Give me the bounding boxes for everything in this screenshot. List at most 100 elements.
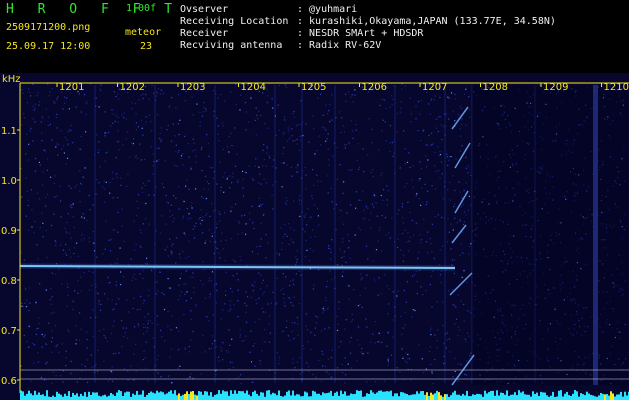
noise-pixel <box>328 110 330 112</box>
noise-pixel <box>268 323 270 325</box>
noise-pixel <box>440 161 442 163</box>
noise-pixel <box>163 186 165 188</box>
noise-pixel <box>57 154 59 156</box>
noise-pixel <box>460 300 462 302</box>
level-bar <box>146 395 148 400</box>
noise-pixel <box>441 216 443 218</box>
noise-pixel <box>123 112 125 114</box>
noise-pixel <box>139 295 142 297</box>
noise-pixel <box>80 148 82 150</box>
level-bar <box>492 390 494 400</box>
noise-pixel <box>243 340 245 342</box>
noise-pixel <box>322 310 325 312</box>
noise-pixel <box>418 344 420 346</box>
noise-pixel <box>82 213 84 215</box>
noise-pixel <box>60 130 62 132</box>
noise-pixel <box>230 210 232 212</box>
noise-pixel <box>130 258 132 260</box>
noise-pixel <box>53 183 55 185</box>
level-bar <box>386 391 388 400</box>
noise-pixel <box>60 216 62 218</box>
noise-pixel <box>195 305 197 307</box>
hrofft-spectrogram-window: H R O F F T 1.00f 2509171200.png 25.09.1… <box>0 0 629 400</box>
noise-pixel <box>171 251 173 253</box>
noise-pixel <box>46 169 48 171</box>
level-bar <box>26 393 28 400</box>
noise-pixel <box>109 192 111 194</box>
noise-pixel <box>460 118 462 120</box>
noise-pixel <box>463 211 466 213</box>
noise-pixel <box>430 243 432 245</box>
noise-pixel <box>53 100 55 102</box>
noise-pixel <box>327 358 329 360</box>
noise-pixel <box>83 237 85 240</box>
noise-pixel <box>344 374 347 376</box>
antenna-label: Recviving antenna <box>180 40 283 51</box>
noise-pixel <box>266 285 268 287</box>
noise-pixel <box>283 297 285 299</box>
noise-pixel <box>331 239 333 241</box>
noise-pixel <box>230 308 232 310</box>
noise-pixel <box>118 98 120 100</box>
noise-pixel <box>117 116 119 118</box>
noise-pixel <box>32 105 34 107</box>
noise-pixel <box>169 238 171 240</box>
noise-pixel <box>468 96 470 98</box>
noise-pixel <box>131 108 133 110</box>
noise-pixel <box>180 155 183 157</box>
noise-pixel <box>41 140 43 142</box>
noise-pixel <box>260 114 262 117</box>
noise-pixel <box>70 256 72 258</box>
noise-pixel <box>362 190 364 192</box>
noise-pixel <box>460 363 462 365</box>
noise-pixel <box>450 156 452 158</box>
level-bar <box>584 395 586 400</box>
level-bar <box>568 395 570 400</box>
noise-pixel <box>403 222 405 224</box>
noise-pixel <box>67 213 69 215</box>
noise-pixel <box>289 285 291 287</box>
noise-pixel <box>153 161 155 163</box>
noise-pixel <box>224 260 226 262</box>
level-bar <box>52 395 54 400</box>
noise-pixel <box>32 118 34 120</box>
noise-pixel <box>260 183 262 185</box>
noise-pixel <box>24 302 26 304</box>
level-bar <box>156 390 158 400</box>
noise-pixel <box>245 111 247 113</box>
noise-pixel <box>250 330 252 332</box>
level-bar <box>562 396 564 400</box>
noise-pixel <box>34 107 36 109</box>
level-bar <box>372 392 374 400</box>
noise-pixel <box>370 227 372 229</box>
noise-pixel <box>49 123 51 126</box>
noise-pixel <box>46 361 48 363</box>
noise-pixel <box>446 332 448 334</box>
noise-pixel <box>232 145 234 147</box>
noise-pixel <box>296 143 298 145</box>
noise-pixel <box>217 125 219 127</box>
level-bar <box>626 395 628 400</box>
noise-pixel <box>237 233 239 235</box>
noise-pixel <box>385 234 387 236</box>
noise-pixel <box>134 156 136 158</box>
level-bar <box>428 395 430 400</box>
noise-pixel <box>252 222 254 224</box>
noise-pixel <box>190 217 192 219</box>
noise-pixel <box>299 357 301 359</box>
noise-pixel <box>32 140 34 142</box>
noise-pixel <box>327 308 329 310</box>
noise-pixel <box>56 127 58 129</box>
noise-pixel <box>269 157 271 159</box>
noise-pixel <box>140 159 142 161</box>
noise-pixel <box>445 347 447 349</box>
noise-pixel <box>310 348 312 350</box>
level-bar <box>586 391 588 400</box>
noise-pixel <box>174 135 176 137</box>
noise-pixel <box>220 318 222 320</box>
noise-pixel <box>62 108 64 110</box>
noise-pixel <box>261 165 264 167</box>
noise-pixel <box>25 215 27 217</box>
noise-pixel <box>357 305 360 307</box>
noise-pixel <box>287 127 289 129</box>
